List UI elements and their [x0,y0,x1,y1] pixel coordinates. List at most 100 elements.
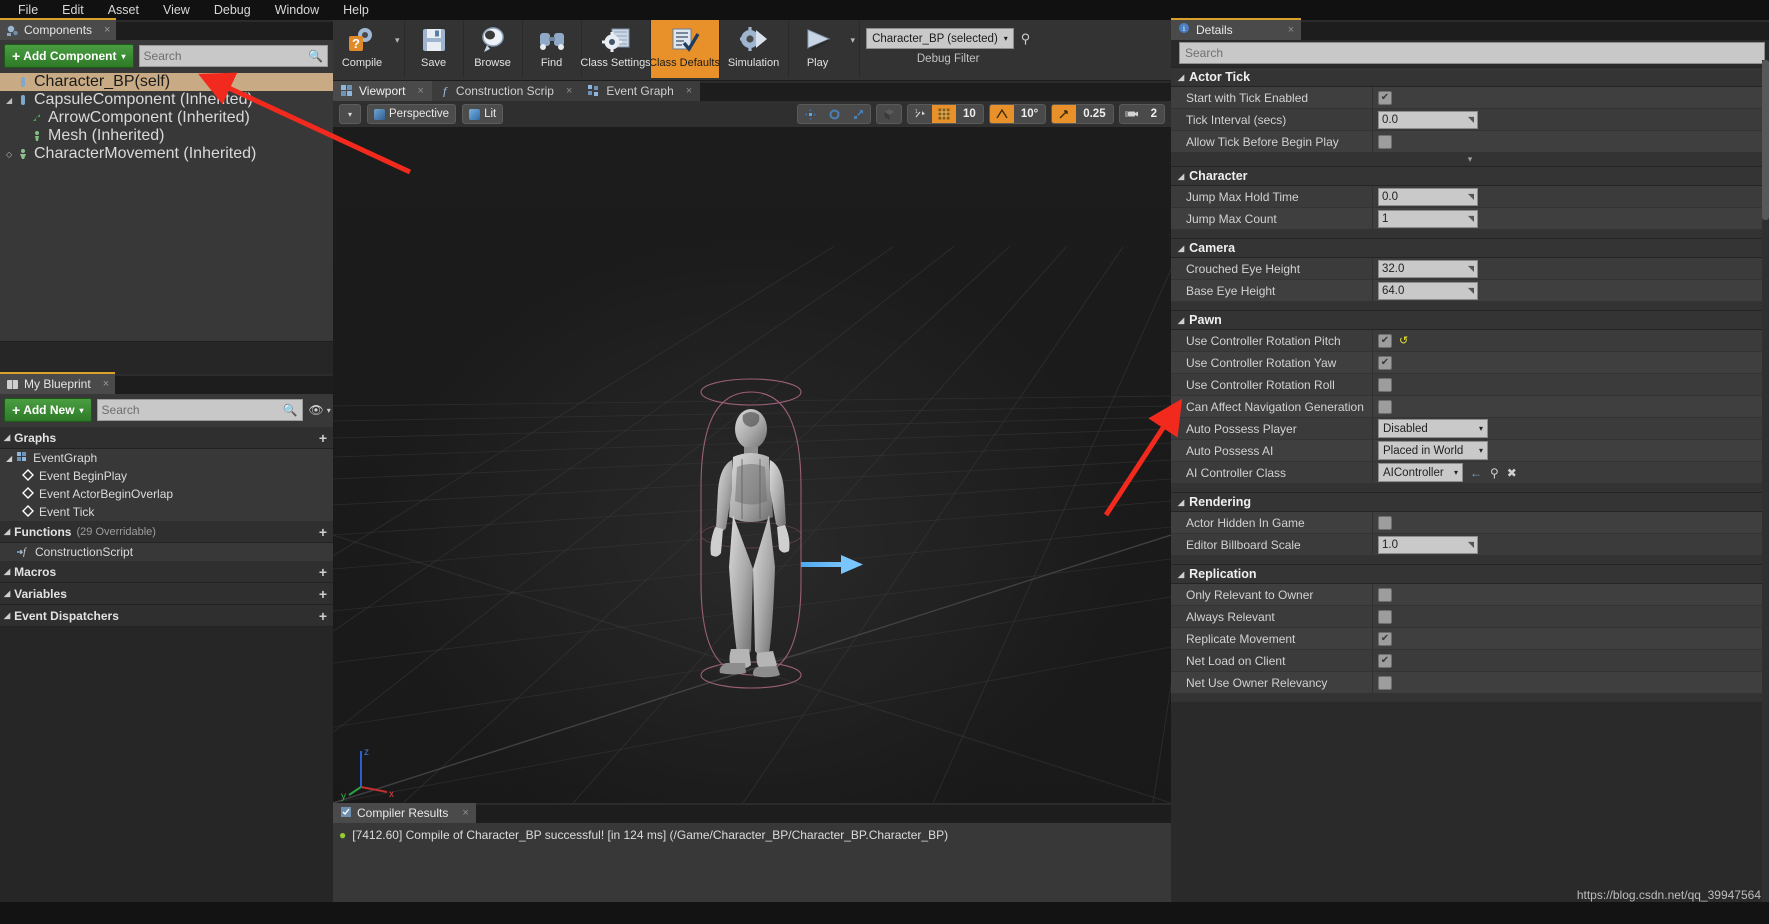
section-add-button[interactable]: + [319,608,327,624]
toolbar-button-class-defaults[interactable]: Class Defaults [649,20,720,78]
blueprint-function-item[interactable]: f ConstructionScript [0,543,333,561]
number-input-jump-max-hold-time[interactable]: 0.0 ◥ [1378,187,1478,206]
toolbar-dropdown-compile[interactable]: ▾ [391,20,404,60]
menu-item-file[interactable]: File [6,0,50,20]
revert-icon[interactable]: ↺ [1399,334,1408,347]
toolbar-button-find[interactable]: Find [523,20,581,78]
category-expander-icon[interactable]: ◢ [1178,244,1184,253]
toolbar-button-save[interactable]: Save [405,20,463,78]
checkbox-net-use-owner-relevancy[interactable] [1378,675,1392,690]
camera-speed-value[interactable]: 2 [1144,105,1164,123]
search-icon-debug[interactable]: ⚲ [1021,31,1031,47]
component-tree-item[interactable]: ArrowComponent (Inherited) [0,109,333,127]
tab-close-icon[interactable]: × [417,85,423,97]
myblueprint-search-input[interactable]: Search 🔍 [96,399,303,421]
details-category-camera[interactable]: ◢ Camera [1171,238,1769,258]
number-input-crouched-eye-height[interactable]: 32.0 ◥ [1378,259,1478,278]
grid-snap-icon[interactable] [932,105,957,123]
checkbox-only-relevant-to-owner[interactable] [1378,587,1392,602]
view-mode-button[interactable]: Perspective [367,104,457,124]
move-icon[interactable] [798,105,822,123]
viewport-3d[interactable]: z y x [333,127,1171,803]
menu-item-edit[interactable]: Edit [50,0,96,20]
details-scrollbar[interactable] [1762,60,1769,904]
rotation-snap-icon[interactable] [989,105,1014,123]
add-new-button[interactable]: + Add New ▾ [4,398,92,422]
details-search-input[interactable]: Search [1179,42,1765,64]
number-input-jump-max-count[interactable]: 1 ◥ [1378,209,1478,228]
checkbox-replicate-movement[interactable]: ✔ [1378,631,1392,646]
checkbox-use-controller-rotation-pitch[interactable]: ✔ [1378,333,1392,348]
debug-filter-dropdown[interactable]: Character_BP (selected) ▾ [866,28,1014,49]
blueprint-section-macros[interactable]: ◢ Macros + [0,561,333,583]
menu-item-debug[interactable]: Debug [202,0,263,20]
number-input-editor-billboard-scale[interactable]: 1.0 ◥ [1378,535,1478,554]
category-expander-icon[interactable]: ◢ [1178,498,1184,507]
tab-details-close[interactable]: × [1288,24,1294,36]
blueprint-section-variables[interactable]: ◢ Variables + [0,583,333,605]
tab-close-icon[interactable]: × [686,85,692,97]
category-expander-icon[interactable]: ◢ [1178,316,1184,325]
dropdown-auto-possess-player[interactable]: Disabled ▾ [1378,419,1488,438]
category-expander-icon[interactable]: ◢ [1178,73,1184,82]
checkbox-always-relevant[interactable] [1378,609,1392,624]
tree-expander-icon[interactable]: ◢ [6,454,12,463]
dropdown-auto-possess-ai[interactable]: Placed in World ▾ [1378,441,1488,460]
details-category-character[interactable]: ◢ Character [1171,166,1769,186]
scale-icon[interactable] [846,105,870,123]
section-expander-icon[interactable]: ◢ [4,433,10,442]
section-expander-icon[interactable]: ◢ [4,567,10,576]
toolbar-button-class-settings[interactable]: Class Settings [580,20,651,78]
tab-my-blueprint-close[interactable]: × [103,378,109,390]
component-tree-item[interactable]: ◢ CapsuleComponent (Inherited) [0,91,333,109]
category-advanced-expander[interactable]: ▾ [1171,153,1769,166]
camera-speed-icon[interactable] [1120,105,1144,123]
details-category-rendering[interactable]: ◢ Rendering [1171,492,1769,512]
section-expander-icon[interactable]: ◢ [4,611,10,620]
rotation-snap-value[interactable]: 10° [1014,105,1045,123]
blueprint-graph-item[interactable]: Event Tick [0,503,333,521]
component-tree-item[interactable]: ◇ CharacterMovement (Inherited) [0,145,333,163]
tab-components[interactable]: Components × [0,18,117,40]
toolbar-dropdown-play[interactable]: ▾ [847,20,860,60]
tab-details[interactable]: i Details × [1171,18,1302,40]
spinner-icon[interactable]: ◥ [1468,540,1474,549]
tab-event-graph[interactable]: Event Graph × [580,81,701,101]
tab-components-close[interactable]: × [104,24,110,36]
browse-icon[interactable]: ⚲ [1490,466,1499,480]
section-add-button[interactable]: + [319,586,327,602]
chevron-down-icon-3[interactable]: ▾ [327,406,331,415]
details-category-pawn[interactable]: ◢ Pawn [1171,310,1769,330]
details-category-actor-tick[interactable]: ◢ Actor Tick [1171,67,1769,87]
component-tree-item[interactable]: Mesh (Inherited) [0,127,333,145]
blueprint-section-functions[interactable]: ◢ Functions (29 Overridable) + [0,521,333,543]
toolbar-button-play[interactable]: Play [789,20,847,78]
eye-icon[interactable]: 👁 [309,403,324,417]
class-picker-ai-controller[interactable]: AIController ▾ [1378,463,1463,482]
world-space-icon[interactable] [877,105,901,123]
toolbar-button-compile[interactable]: ? Compile [333,20,391,78]
component-tree-item[interactable]: Character_BP(self) [0,73,333,91]
checkbox-use-controller-rotation-yaw[interactable]: ✔ [1378,355,1392,370]
details-category-replication[interactable]: ◢ Replication [1171,564,1769,584]
checkbox-start-with-tick-enabled[interactable]: ✔ [1378,90,1392,105]
tree-expander-icon[interactable]: ◢ [6,96,16,105]
details-scrollbar-thumb[interactable] [1762,60,1769,220]
section-add-button[interactable]: + [319,430,327,446]
checkbox-allow-tick-before-begin-play[interactable] [1378,134,1392,149]
tab-close-icon[interactable]: × [566,85,572,97]
tab-compiler-results[interactable]: Compiler Results × [333,801,476,823]
section-add-button[interactable]: + [319,564,327,580]
add-component-button[interactable]: + Add Component ▾ [4,44,134,68]
checkbox-net-load-on-client[interactable]: ✔ [1378,653,1392,668]
blueprint-section-event-dispatchers[interactable]: ◢ Event Dispatchers + [0,605,333,627]
spinner-icon[interactable]: ◥ [1468,264,1474,273]
components-search-input[interactable]: Search 🔍 [138,45,328,67]
scale-snap-icon[interactable] [1052,105,1077,123]
checkbox-use-controller-rotation-roll[interactable] [1378,377,1392,392]
rotate-icon[interactable] [822,105,846,123]
tab-construction-scrip[interactable]: f Construction Scrip × [431,81,581,101]
surface-snap-icon[interactable]: 1 [908,105,932,123]
toolbar-button-simulation[interactable]: Simulation [720,20,788,78]
clear-icon[interactable]: ✖ [1507,466,1517,480]
